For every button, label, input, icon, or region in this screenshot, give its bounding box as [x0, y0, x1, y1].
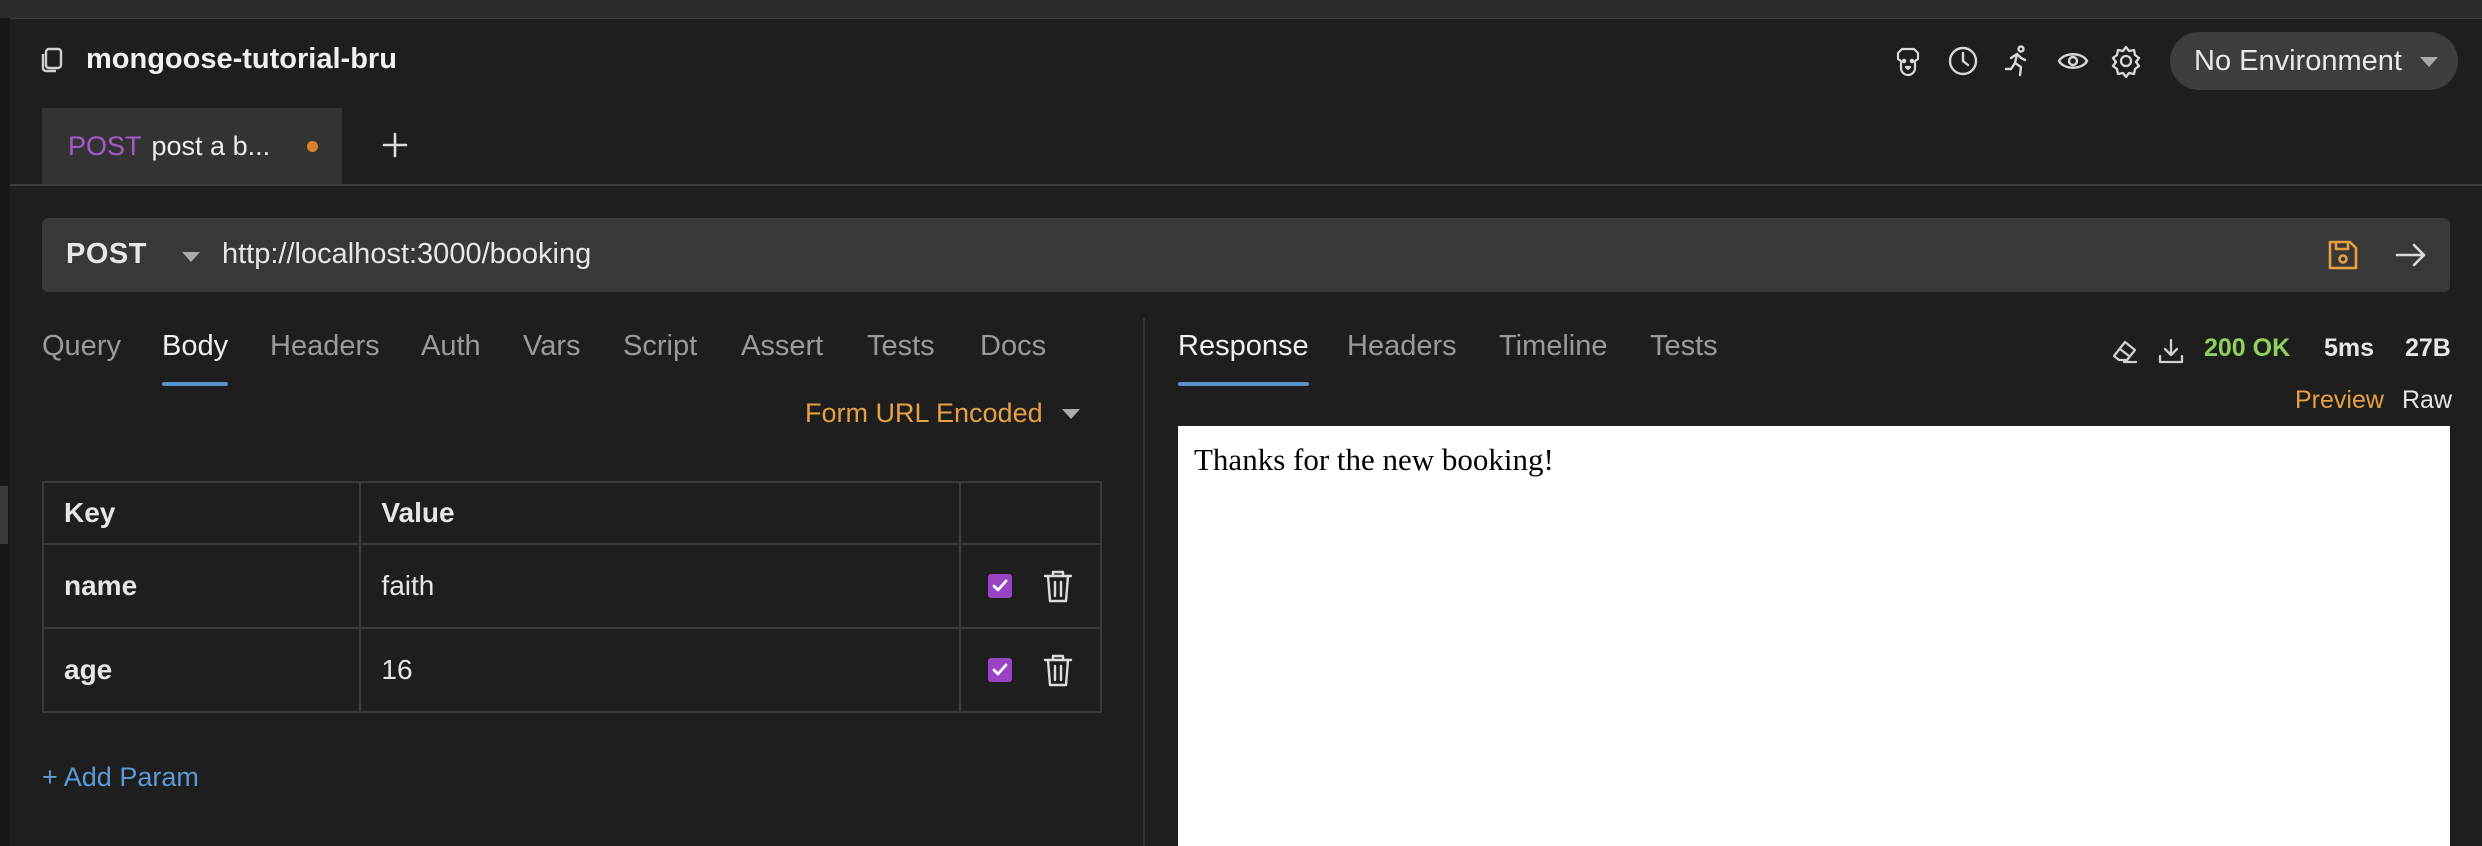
tab-script[interactable]: Script — [623, 330, 697, 363]
raw-toggle[interactable]: Raw — [2402, 386, 2452, 415]
param-actions — [959, 627, 1102, 713]
column-header-actions — [959, 481, 1102, 545]
tab-response-tests[interactable]: Tests — [1650, 330, 1718, 363]
request-tab-method: POST — [68, 130, 142, 161]
tab-tests[interactable]: Tests — [867, 330, 935, 363]
param-key[interactable]: age — [41, 627, 362, 713]
tab-body[interactable]: Body — [162, 330, 229, 386]
url-input[interactable]: http://localhost:3000/booking — [222, 238, 591, 271]
dog-icon[interactable] — [1890, 43, 1926, 79]
unsaved-dot-icon — [307, 141, 318, 152]
tab-timeline[interactable]: Timeline — [1499, 330, 1608, 363]
params-table: Key Value name faith age 16 — [41, 481, 1102, 713]
left-edge-bar — [0, 18, 10, 846]
body-mode-selector[interactable]: Form URL Encoded — [805, 398, 1043, 429]
request-tab[interactable]: POST post a b... — [42, 108, 342, 184]
url-bar: POST http://localhost:3000/booking — [42, 218, 2450, 292]
tab-auth[interactable]: Auth — [421, 330, 481, 363]
download-icon[interactable] — [2156, 336, 2186, 366]
eraser-icon[interactable] — [2110, 336, 2140, 366]
sidebar-resize-handle[interactable] — [0, 486, 8, 544]
tab-vars[interactable]: Vars — [523, 330, 580, 363]
request-tab-bar: POST post a b... — [10, 108, 2482, 186]
param-value[interactable]: 16 — [359, 627, 962, 713]
tab-assert[interactable]: Assert — [741, 330, 823, 363]
response-time: 5ms — [2324, 334, 2375, 362]
column-header-key: Key — [41, 481, 362, 545]
trash-icon[interactable] — [1042, 568, 1074, 604]
chevron-down-icon — [2420, 57, 2438, 67]
new-tab-plus-icon[interactable] — [370, 120, 420, 170]
save-icon[interactable] — [2324, 236, 2362, 274]
tab-query[interactable]: Query — [42, 330, 121, 363]
request-tab-name: post a b... — [151, 130, 271, 161]
tab-response-headers[interactable]: Headers — [1347, 330, 1457, 363]
collection-header: mongoose-tutorial-bru No Environment — [10, 18, 2482, 108]
collection-copy-icon — [41, 47, 63, 73]
window-top-strip — [0, 0, 2482, 19]
preview-toggle[interactable]: Preview — [2295, 386, 2384, 415]
add-param-button[interactable]: + Add Param — [42, 762, 199, 793]
column-header-value: Value — [359, 481, 962, 545]
runner-icon[interactable] — [2000, 43, 2036, 79]
enabled-checkbox[interactable] — [987, 658, 1012, 682]
send-arrow-icon[interactable] — [2392, 236, 2430, 274]
tab-docs[interactable]: Docs — [980, 330, 1046, 363]
param-key[interactable]: name — [41, 543, 362, 629]
method-chevron-down-icon[interactable] — [182, 252, 200, 262]
settings-gear-icon[interactable] — [2108, 43, 2144, 79]
collection-title: mongoose-tutorial-bru — [86, 43, 397, 75]
table-row: age 16 — [41, 627, 1102, 713]
response-size: 27B — [2405, 334, 2451, 362]
eye-icon[interactable] — [2055, 43, 2091, 79]
response-body-text: Thanks for the new booking! — [1194, 442, 1554, 477]
param-value[interactable]: faith — [359, 543, 962, 629]
tab-headers[interactable]: Headers — [270, 330, 380, 363]
param-actions — [959, 543, 1102, 629]
method-selector[interactable]: POST — [66, 238, 147, 271]
tab-response[interactable]: Response — [1178, 330, 1309, 386]
response-status-badge: 200 OK — [2204, 334, 2291, 362]
enabled-checkbox[interactable] — [987, 574, 1012, 598]
response-preview-panel: Thanks for the new booking! — [1178, 426, 2450, 846]
history-clock-icon[interactable] — [1945, 43, 1981, 79]
body-mode-chevron-down-icon[interactable] — [1062, 409, 1080, 419]
trash-icon[interactable] — [1042, 652, 1074, 688]
environment-selector[interactable]: No Environment — [2170, 32, 2458, 90]
pane-divider[interactable] — [1143, 318, 1145, 846]
table-header-row: Key Value — [41, 481, 1102, 545]
environment-label: No Environment — [2194, 44, 2402, 77]
table-row: name faith — [41, 543, 1102, 629]
